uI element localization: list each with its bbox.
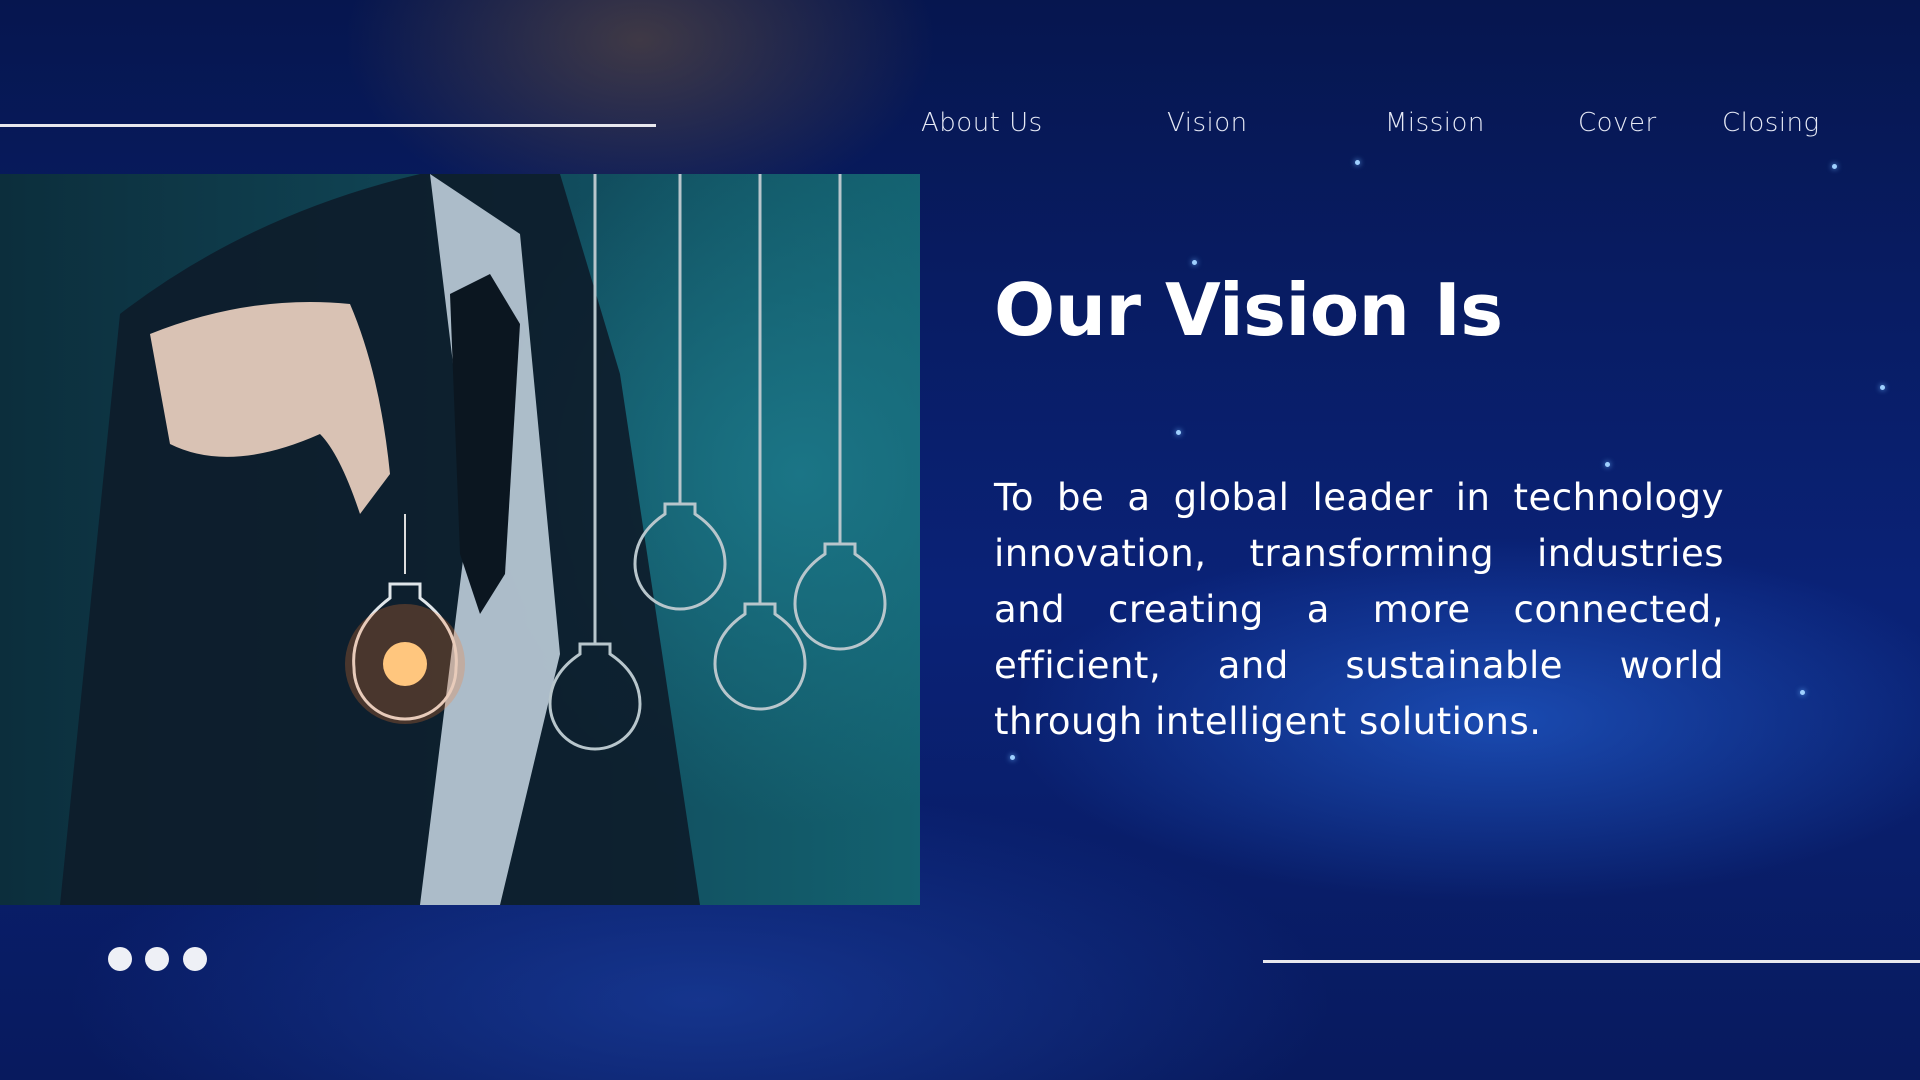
star (1176, 430, 1181, 435)
pagination-dot[interactable] (108, 947, 132, 971)
bottom-divider-line (1263, 960, 1920, 963)
pagination-dot[interactable] (183, 947, 207, 971)
page-title: Our Vision Is (994, 268, 1503, 352)
star (1800, 690, 1805, 695)
businessman-lightbulb-photo (0, 174, 920, 905)
pagination-dot[interactable] (145, 947, 169, 971)
star (1605, 462, 1610, 467)
star (1355, 160, 1360, 165)
star (1832, 164, 1837, 169)
nav-closing[interactable]: Closing (1722, 108, 1820, 138)
star (1880, 385, 1885, 390)
vision-statement: To be a global leader in technology inno… (994, 476, 1724, 743)
top-divider-line (0, 124, 656, 127)
star (1192, 260, 1197, 265)
star (1010, 755, 1015, 760)
nav-vision[interactable]: Vision (1167, 108, 1248, 138)
nav-cover[interactable]: Cover (1578, 108, 1657, 138)
nav-mission[interactable]: Mission (1385, 108, 1485, 138)
nav-about-us[interactable]: About Us (921, 108, 1043, 138)
